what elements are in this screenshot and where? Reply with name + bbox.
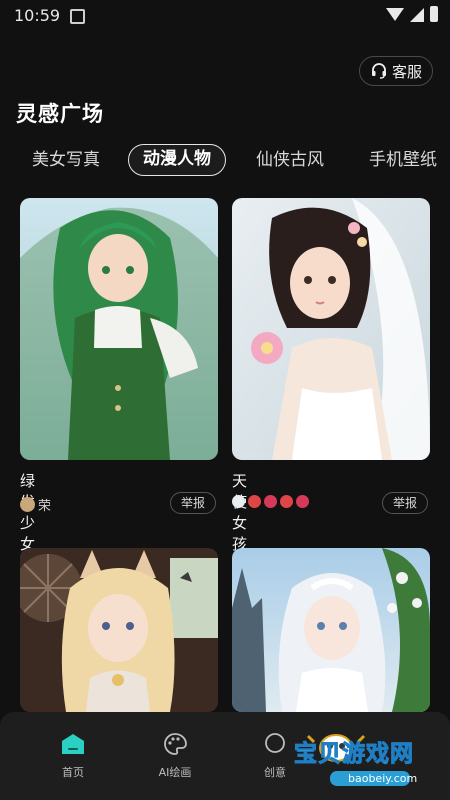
status-time: 10:59 xyxy=(14,6,61,25)
home-icon xyxy=(62,734,84,754)
devil-emoji-icon xyxy=(264,495,277,508)
author-name: 荣 xyxy=(38,499,52,514)
cloud-emoji-icon xyxy=(232,495,245,508)
tab-anime[interactable]: 动漫人物 xyxy=(128,144,226,176)
watermark-url: baobeiy.com xyxy=(348,772,418,785)
artwork-image-angel-girl[interactable] xyxy=(232,198,430,460)
clown-emoji-icon xyxy=(248,495,261,508)
tab-beauty[interactable]: 美女写真 xyxy=(32,144,100,176)
battery-icon xyxy=(430,6,438,22)
wifi-icon xyxy=(386,8,404,21)
nav-home[interactable]: 首页 xyxy=(38,732,108,780)
nav-ai-painting[interactable]: AI绘画 xyxy=(140,732,210,780)
headset-icon xyxy=(371,63,386,79)
watermark-text: 宝贝游戏网 xyxy=(294,741,414,768)
customer-service-button[interactable]: 客服 xyxy=(359,56,433,86)
category-tabs: 美女写真 动漫人物 仙侠古风 手机壁纸 xyxy=(0,144,450,176)
artwork-image-cat-ear-girl[interactable] xyxy=(20,548,218,712)
artwork-title: 天使女孩 xyxy=(232,472,248,553)
artwork-author[interactable] xyxy=(232,495,309,508)
notification-icon xyxy=(70,9,85,24)
report-button[interactable]: 举报 xyxy=(382,492,428,514)
devil-emoji-icon xyxy=(296,495,309,508)
artwork-author[interactable]: 荣 xyxy=(20,495,51,514)
nav-home-label: 首页 xyxy=(62,766,84,779)
page-title: 灵感广场 xyxy=(16,102,104,126)
creative-icon xyxy=(265,733,285,753)
artwork-image-white-hair-girl[interactable] xyxy=(232,548,430,712)
tab-wallpaper[interactable]: 手机壁纸 xyxy=(369,144,437,176)
tab-xianxia[interactable]: 仙侠古风 xyxy=(256,144,324,176)
customer-service-label: 客服 xyxy=(391,62,422,81)
avatar xyxy=(20,497,35,512)
artwork-image-green-hair-girl[interactable] xyxy=(20,198,218,460)
nav-ai-painting-label: AI绘画 xyxy=(158,766,192,779)
status-bar: 10:59 xyxy=(0,0,450,32)
watermark-logo: 宝贝游戏网 baobeiy.com xyxy=(294,718,440,788)
report-button[interactable]: 举报 xyxy=(170,492,216,514)
signal-icon xyxy=(410,8,424,22)
palette-icon xyxy=(164,733,187,755)
clown-emoji-icon xyxy=(280,495,293,508)
